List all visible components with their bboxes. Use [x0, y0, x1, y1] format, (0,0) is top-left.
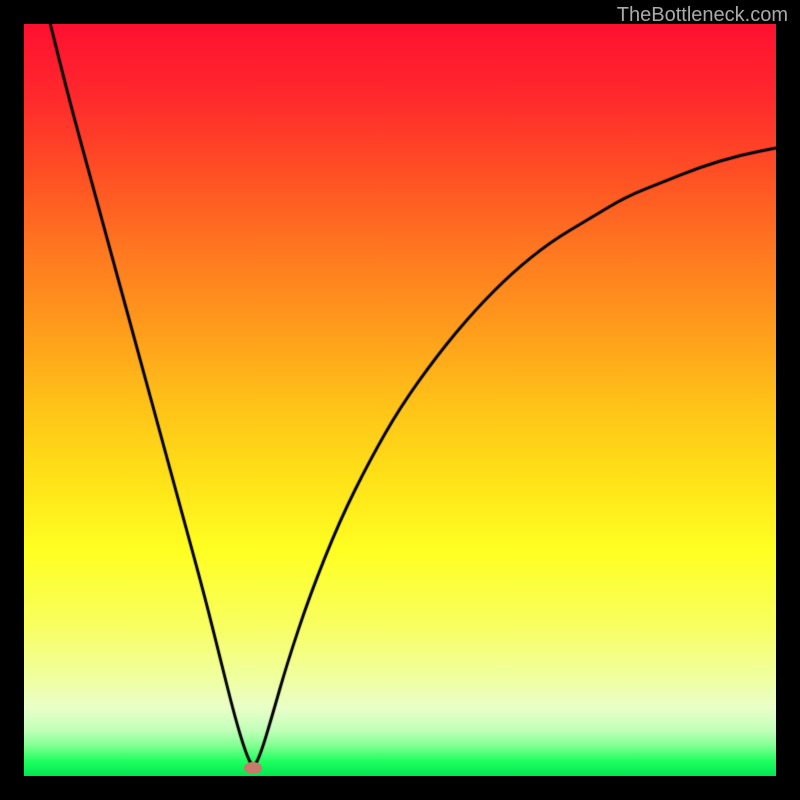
attribution-text: TheBottleneck.com [617, 4, 788, 27]
optimal-point-marker [244, 762, 262, 774]
chart-plot-area [24, 24, 776, 776]
